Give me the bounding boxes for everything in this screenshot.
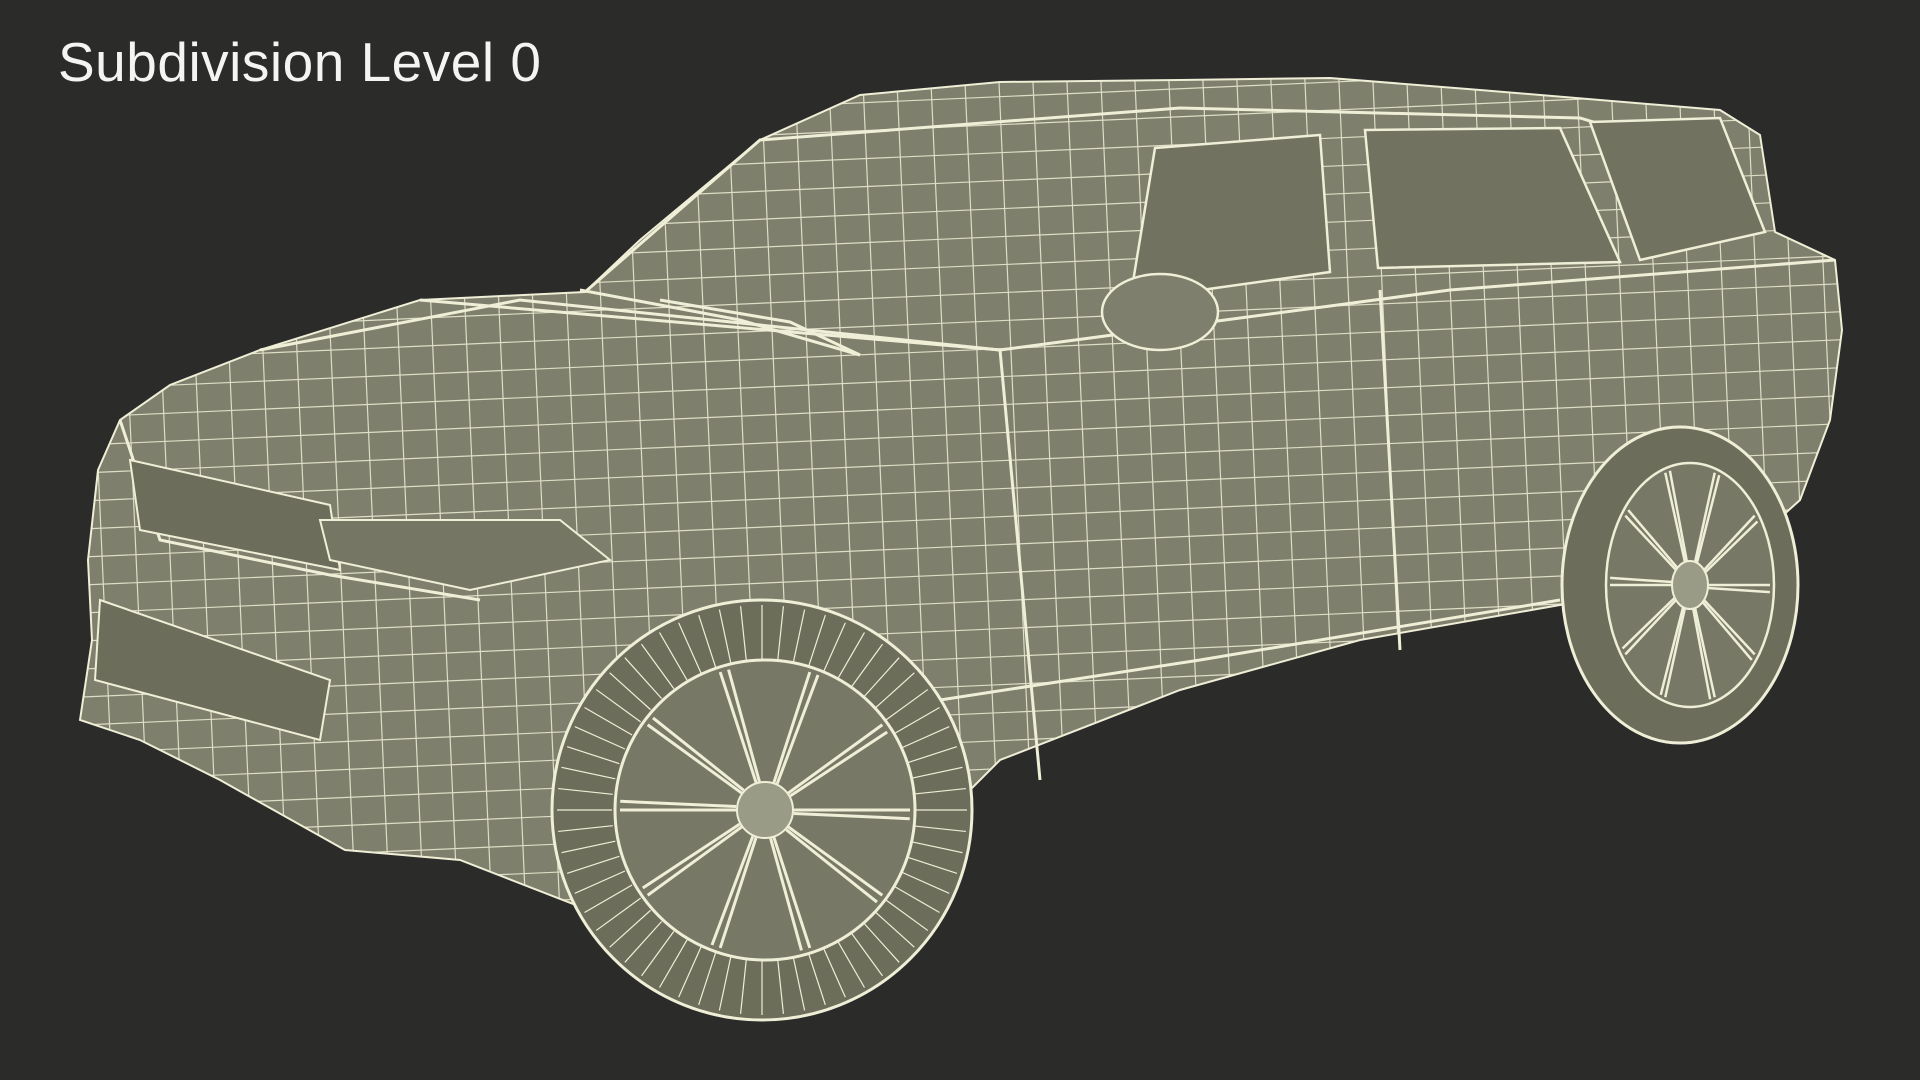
front-wheel [550, 598, 974, 1022]
car-wireframe-render [78, 76, 1844, 1022]
subdivision-level-caption: Subdivision Level 0 [58, 31, 542, 93]
side-mirror [1100, 272, 1220, 352]
viewport: Subdivision Level 0 [0, 0, 1920, 1080]
rear-wheel [1560, 425, 1800, 745]
